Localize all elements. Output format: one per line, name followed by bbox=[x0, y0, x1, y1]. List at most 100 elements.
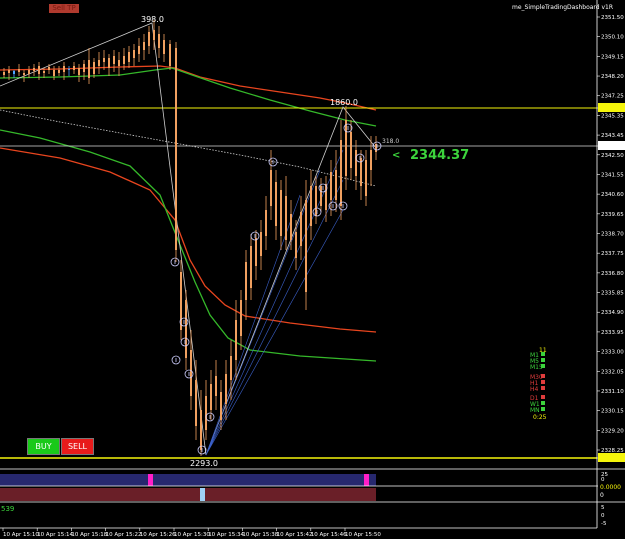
price-tick-label: 2349.15 bbox=[601, 54, 624, 60]
price-tick-label: 2338.70 bbox=[601, 232, 624, 238]
candle-body bbox=[370, 150, 372, 170]
dashboard-timer: 0:25 bbox=[533, 414, 547, 421]
candle-body bbox=[195, 380, 197, 426]
candle-body bbox=[28, 70, 30, 74]
candle-body bbox=[83, 64, 85, 72]
candle-body bbox=[108, 58, 110, 68]
peak-label-right: 1860.0 bbox=[330, 98, 358, 107]
price-tick-label: 2331.10 bbox=[601, 389, 624, 395]
candle-body bbox=[190, 350, 192, 396]
candle-body bbox=[300, 212, 302, 246]
candle-body bbox=[220, 392, 222, 420]
price-tick-label: 2337.75 bbox=[601, 251, 624, 257]
candle-body bbox=[63, 66, 65, 72]
candle-body bbox=[270, 170, 272, 206]
price-tick-label: 2339.65 bbox=[601, 212, 624, 218]
candle-body bbox=[205, 396, 207, 430]
candle-body bbox=[185, 300, 187, 358]
candle-body bbox=[38, 66, 40, 74]
sell-tp-box[interactable]: Sell TP bbox=[49, 4, 79, 13]
candle-body bbox=[200, 410, 202, 450]
time-tick-label: 10 Apr 15:18 bbox=[71, 532, 107, 538]
time-tick-label: 10 Apr 15:22 bbox=[106, 532, 142, 538]
time-tick-label: 10 Apr 15:26 bbox=[140, 532, 176, 538]
candle-body bbox=[3, 72, 5, 75]
candle-body bbox=[345, 120, 347, 176]
candle-body bbox=[113, 56, 115, 64]
time-tick-label: 10 Apr 15:34 bbox=[208, 532, 244, 538]
candle-body bbox=[88, 60, 90, 78]
candle-body bbox=[138, 46, 140, 54]
candle-body bbox=[265, 210, 267, 236]
subpanel-1-marker-right bbox=[364, 474, 369, 486]
candle-body bbox=[255, 238, 257, 266]
candle-body bbox=[340, 140, 342, 206]
price-chart[interactable]: 398.0 1860.0 2293.0 318.0 < 2344.37 me_S… bbox=[0, 0, 625, 539]
time-tick-label: 10 Apr 15:30 bbox=[174, 532, 210, 538]
candle-body bbox=[169, 44, 171, 66]
candle-body bbox=[335, 170, 337, 200]
subpanel-3-value: 539 bbox=[1, 505, 14, 513]
buy-button[interactable]: BUY bbox=[27, 438, 60, 455]
price-axis[interactable]: 2351.502350.102349.152348.202347.252346.… bbox=[597, 15, 624, 462]
candle-body bbox=[330, 172, 332, 200]
candle-body bbox=[175, 48, 177, 250]
price-tick-label: 2334.90 bbox=[601, 310, 624, 316]
time-tick-label: 10 Apr 15:10 bbox=[3, 532, 39, 538]
subpanel-3-level: -5 bbox=[601, 521, 607, 527]
candle-body bbox=[93, 62, 95, 74]
candle-body bbox=[48, 67, 50, 70]
subpanel-3-level: 0 bbox=[601, 513, 605, 519]
time-tick-label: 10 Apr 15:50 bbox=[345, 532, 381, 538]
candle-body bbox=[8, 70, 10, 73]
candle-body bbox=[225, 374, 227, 404]
dashboard-tf-square bbox=[541, 374, 545, 378]
price-tick-label: 2342.50 bbox=[601, 153, 624, 159]
candle-body bbox=[58, 70, 60, 73]
price-tick-label: 2351.50 bbox=[601, 15, 624, 21]
price-tick-label: 2348.20 bbox=[601, 74, 624, 80]
current-price-tag bbox=[598, 141, 625, 150]
candle-body bbox=[103, 58, 105, 62]
candle-body bbox=[245, 262, 247, 300]
peak-label-left: 398.0 bbox=[141, 15, 164, 24]
dashboard-tf-square bbox=[541, 395, 545, 399]
subpanel-2-marker bbox=[200, 488, 205, 501]
candle-body bbox=[163, 40, 165, 54]
time-axis[interactable]: 10 Apr 15:1010 Apr 15:1410 Apr 15:1810 A… bbox=[2, 528, 381, 538]
candle-body bbox=[33, 68, 35, 71]
price-tick-label: 2340.60 bbox=[601, 192, 624, 198]
indicator-title: me_SimpleTradingDashboard v1R bbox=[512, 4, 613, 11]
candle-body bbox=[118, 60, 120, 66]
dashboard-tf-square bbox=[541, 358, 545, 362]
candle-body bbox=[13, 71, 15, 74]
dashboard-tf-square bbox=[541, 364, 545, 368]
low-label: 2293.0 bbox=[190, 459, 218, 468]
candle-body bbox=[275, 182, 277, 226]
sell-button[interactable]: SELL bbox=[61, 438, 94, 455]
subpanel-1-bar bbox=[0, 474, 376, 486]
price-tick-label: 2333.00 bbox=[601, 350, 624, 356]
candle-body bbox=[153, 30, 155, 40]
candle-body bbox=[128, 52, 130, 62]
candle-body bbox=[240, 300, 242, 336]
candle-body bbox=[210, 384, 212, 410]
candle-body bbox=[78, 68, 80, 75]
dashboard-tf-square bbox=[541, 352, 545, 356]
candle-body bbox=[133, 50, 135, 58]
candle-body bbox=[68, 69, 70, 70]
dashboard-tf-square bbox=[541, 386, 545, 390]
subpanel-1-marker-left bbox=[148, 474, 153, 486]
subpanel-2-bar bbox=[0, 488, 376, 501]
candle-body bbox=[295, 232, 297, 258]
price-tick-label: 2341.55 bbox=[601, 172, 624, 178]
current-price-arrow: < bbox=[392, 150, 400, 161]
dashboard-tf-square bbox=[541, 401, 545, 405]
candle-body bbox=[290, 214, 292, 240]
price-tick-label: 2330.15 bbox=[601, 409, 624, 415]
candle-body bbox=[230, 356, 232, 380]
candle-body bbox=[148, 32, 150, 46]
price-tick-label: 2347.25 bbox=[601, 94, 624, 100]
dashboard-tf-label: H4 bbox=[530, 386, 539, 393]
candle-body bbox=[260, 232, 262, 256]
